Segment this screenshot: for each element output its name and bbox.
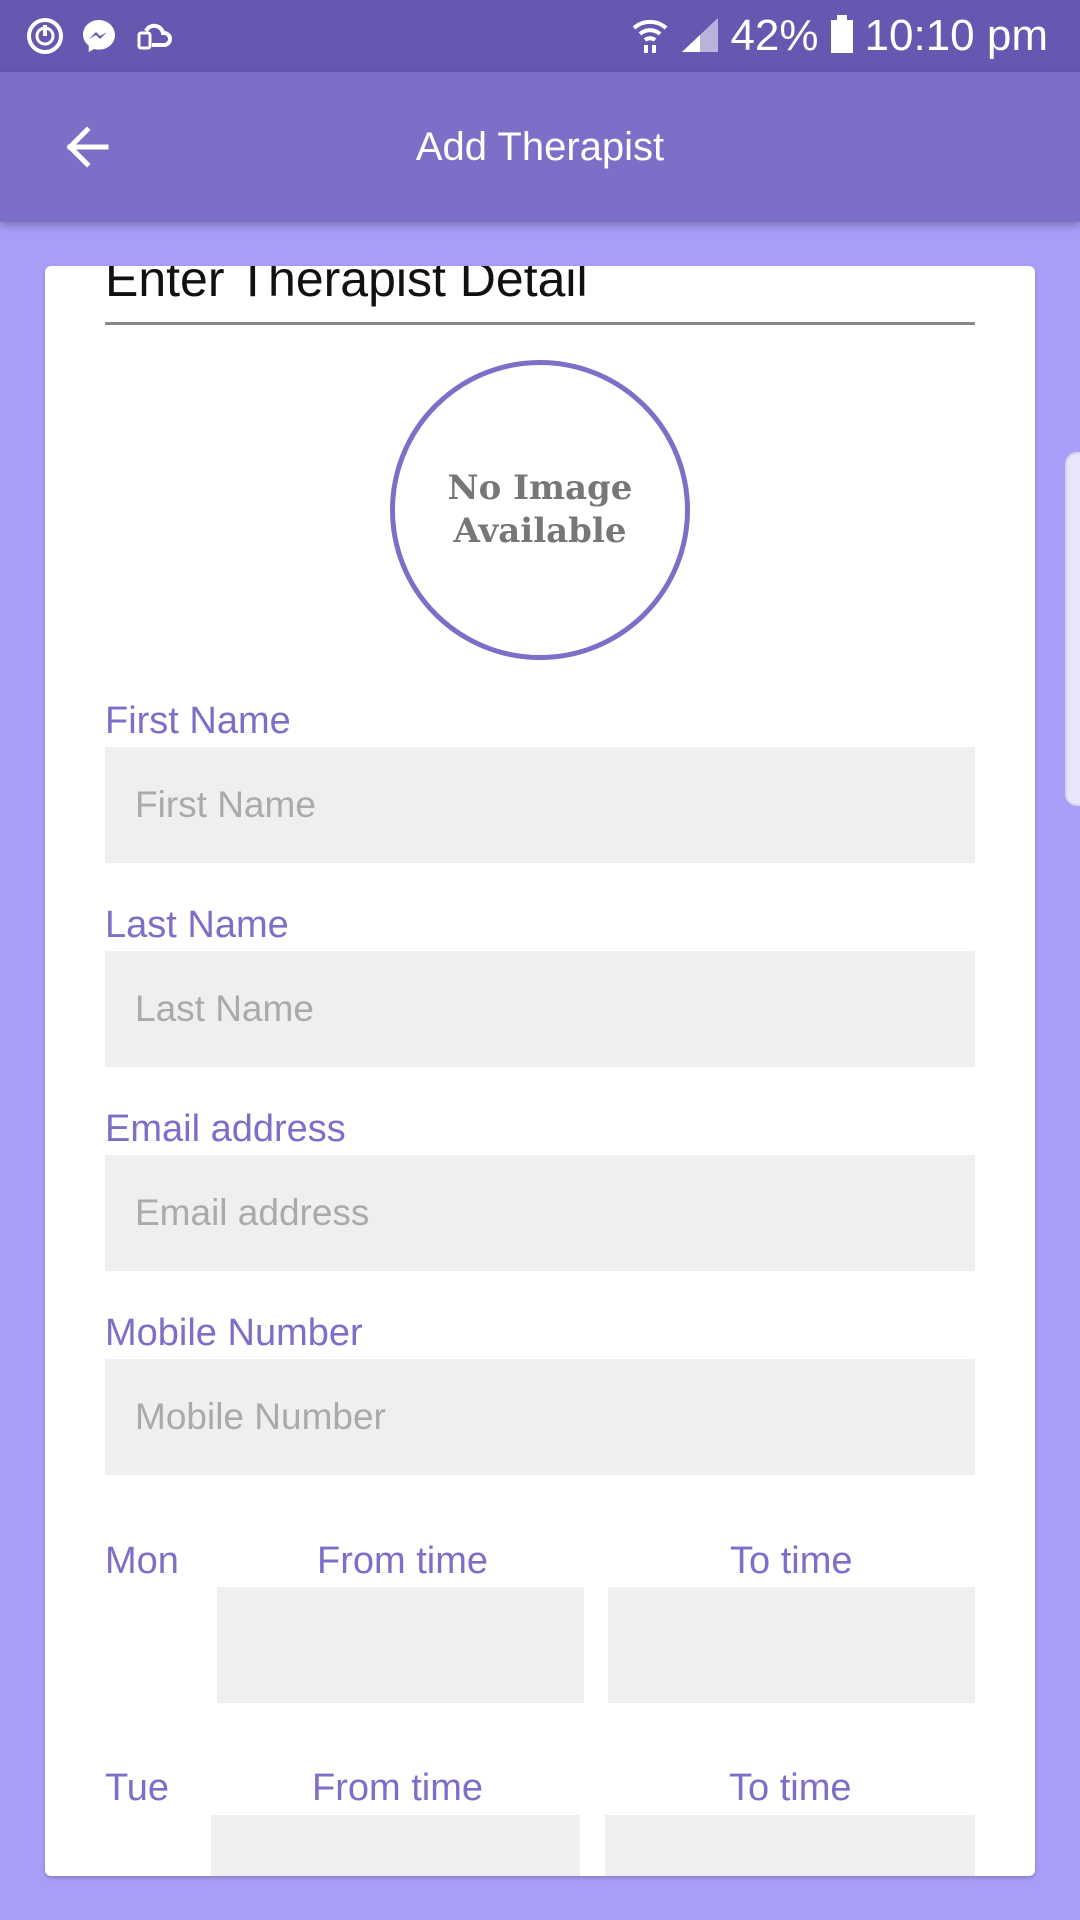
page-title: Add Therapist	[415, 125, 665, 169]
wifi-icon	[630, 14, 670, 59]
edge-panel-handle[interactable]	[1065, 452, 1080, 806]
notification-icons	[26, 17, 172, 55]
messenger-icon	[80, 17, 118, 55]
day-label-tue: Tue	[105, 1767, 170, 1809]
battery-icon	[829, 14, 855, 59]
last-name-placeholder: Last Name	[135, 988, 314, 1029]
to-time-input-tue[interactable]	[605, 1815, 975, 1876]
last-name-label: Last Name	[105, 904, 289, 946]
first-name-placeholder: First Name	[135, 784, 316, 825]
cellular-signal-icon	[680, 14, 720, 59]
clock: 10:10 pm	[864, 11, 1048, 60]
timer-app-icon	[26, 17, 64, 55]
to-time-label-tue: To time	[729, 1767, 852, 1809]
mobile-placeholder: Mobile Number	[135, 1396, 386, 1437]
therapist-form-card: Enter Therapist Detail No Image Availabl…	[45, 266, 1035, 1876]
profile-image-picker[interactable]: No Image Available	[390, 360, 690, 660]
section-title: Enter Therapist Detail	[105, 266, 975, 325]
from-time-input-mon[interactable]	[217, 1587, 584, 1703]
last-name-field[interactable]: Last Name	[105, 951, 975, 1067]
from-time-label-mon: From time	[317, 1540, 488, 1582]
first-name-field[interactable]: First Name	[105, 747, 975, 863]
mobile-label: Mobile Number	[105, 1312, 363, 1354]
no-image-line2: Available	[453, 511, 627, 551]
system-status: 42% 10:10 pm	[630, 10, 1048, 62]
from-time-label-tue: From time	[312, 1767, 483, 1809]
no-image-placeholder: No Image Available	[440, 467, 640, 553]
cloud-sync-icon	[134, 17, 172, 55]
to-time-input-mon[interactable]	[608, 1587, 975, 1703]
from-time-input-tue[interactable]	[211, 1815, 580, 1876]
no-image-line1: No Image	[447, 468, 633, 508]
mobile-field[interactable]: Mobile Number	[105, 1359, 975, 1475]
email-label: Email address	[105, 1108, 346, 1150]
battery-percent: 42%	[730, 11, 819, 60]
status-bar: 42% 10:10 pm	[0, 0, 1080, 72]
first-name-label: First Name	[105, 700, 291, 742]
app-bar: Add Therapist	[0, 72, 1080, 222]
email-placeholder: Email address	[135, 1192, 370, 1233]
email-field[interactable]: Email address	[105, 1155, 975, 1271]
to-time-label-mon: To time	[730, 1540, 853, 1582]
day-label-mon: Mon	[105, 1540, 179, 1582]
